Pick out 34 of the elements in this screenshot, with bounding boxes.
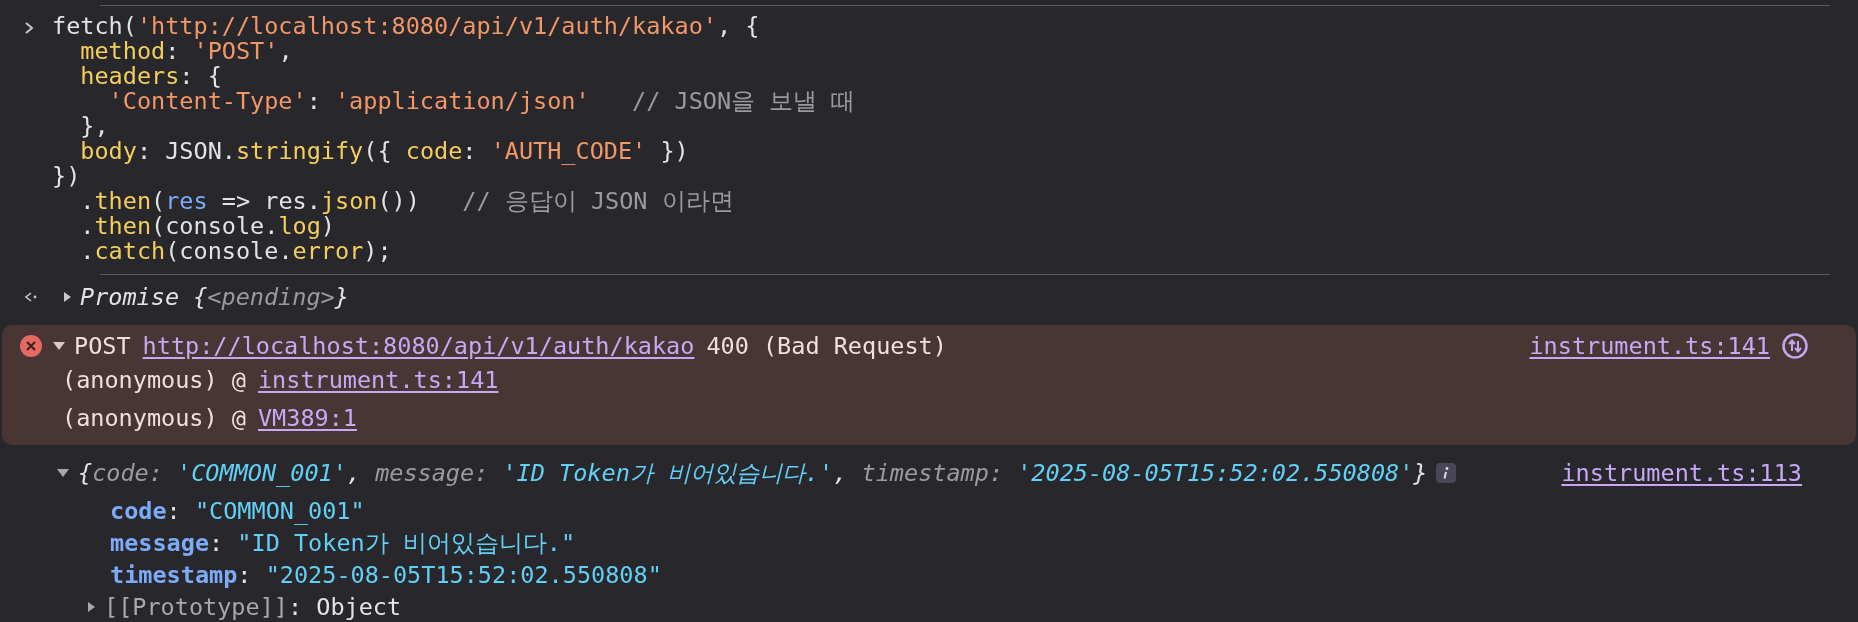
code-line: .catch(console.error);: [79, 239, 393, 264]
expand-triangle-icon[interactable]: [56, 467, 70, 479]
promise-text[interactable]: Promise {<pending>}: [80, 283, 349, 311]
stack-link[interactable]: VM389:1: [257, 404, 357, 432]
code-line: },: [79, 114, 110, 139]
result-arrow-icon: [24, 291, 38, 303]
stack-caller: (anonymous) @: [62, 366, 246, 394]
prompt-icon: [24, 21, 34, 35]
source-link[interactable]: instrument.ts:113: [1561, 459, 1802, 487]
code-line: headers: {: [79, 64, 223, 89]
prototype-entry[interactable]: [[Prototype]]: Object: [104, 593, 402, 621]
error-icon: [20, 335, 42, 357]
code-line: fetch('http://localhost:8080/api/v1/auth/kakao', {: [52, 14, 761, 39]
error-status: 400 (Bad Request): [706, 332, 947, 360]
code-line: .then(res => res.json()) // 응답이 JSON 이라면: [79, 189, 735, 214]
code-line: }): [52, 164, 82, 189]
property-entry: timestamp: "2025-08-05T15:52:02.550808": [110, 561, 662, 589]
expand-triangle-icon[interactable]: [86, 601, 96, 613]
code-line: body: JSON.stringify({ code: 'AUTH_CODE' }): [79, 139, 690, 164]
code-line: .then(console.log): [79, 214, 335, 239]
source-link[interactable]: instrument.ts:141: [1529, 332, 1770, 360]
expand-triangle-icon[interactable]: [52, 340, 66, 352]
up-down-arrows-icon[interactable]: [1782, 333, 1808, 359]
expand-triangle-icon[interactable]: [62, 291, 72, 303]
info-icon[interactable]: [1435, 463, 1456, 483]
code-line: method: 'POST',: [79, 39, 293, 64]
property-entry: code: "COMMON_001": [110, 497, 365, 525]
error-method: POST: [74, 332, 131, 360]
request-url-link[interactable]: http://localhost:8080/api/v1/auth/kakao: [142, 332, 695, 360]
stack-caller: (anonymous) @: [62, 404, 246, 432]
property-entry: message: "ID Token가 비어있습니다.": [110, 528, 576, 559]
stack-link[interactable]: instrument.ts:141: [257, 366, 499, 394]
object-preview[interactable]: {code: 'COMMON_001', message: 'ID Token가 비어있습니다.', timestamp: '2025-08-05T15:52:02.550808'}: [78, 457, 1428, 489]
code-line: 'Content-Type': 'application/json' // JSON을 보낼 때: [107, 89, 856, 114]
